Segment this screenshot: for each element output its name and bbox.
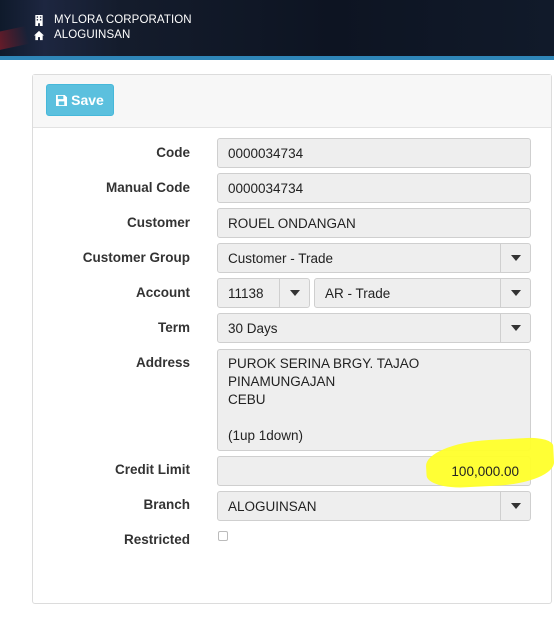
account-code-value: 11138 [228,285,264,301]
code-field[interactable]: 0000034734 [217,138,531,168]
code-label: Code [156,145,190,160]
caret-down-icon [289,290,300,296]
home-icon [34,30,44,40]
caret-down-icon [510,290,521,296]
caret-down-icon [510,325,521,331]
account-name-dropdown-toggle[interactable] [500,279,530,307]
term-select[interactable]: 30 Days [217,313,531,343]
branch-value: ALOGUINSAN [228,498,317,514]
term-dropdown-toggle[interactable] [500,314,530,342]
credit-limit-label: Credit Limit [114,462,190,477]
caret-down-icon [510,255,521,261]
save-button-label: Save [71,92,104,108]
customer-group-label: Customer Group [82,250,190,265]
branch-name: ALOGUINSAN [54,29,131,41]
customer-group-value: Customer - Trade [228,250,334,266]
address-textarea[interactable]: PUROK SERINA BRGY. TAJAO PINAMUNGAJAN CE… [217,349,531,451]
company-row: MYLORA CORPORATION [34,13,192,27]
manual-code-label: Manual Code [105,180,190,195]
save-button[interactable]: Save [46,84,114,116]
account-name-value: AR - Trade [325,285,391,301]
panel-toolbar: Save [33,75,551,128]
account-code-dropdown-toggle[interactable] [279,279,309,307]
company-name: MYLORA CORPORATION [54,14,192,26]
header-background-streak [0,26,30,52]
top-header: MYLORA CORPORATION ALOGUINSAN [0,0,554,56]
customer-field[interactable]: ROUEL ONDANGAN [217,208,531,238]
header-accent-bar [0,56,554,60]
manual-code-field[interactable]: 0000034734 [217,173,531,203]
branch-dropdown-toggle[interactable] [500,492,530,520]
credit-limit-value: 100,000.00 [451,463,519,479]
customer-label: Customer [126,215,190,230]
account-name-select[interactable]: AR - Trade [314,278,531,308]
term-value: 30 Days [228,320,278,336]
branch-select[interactable]: ALOGUINSAN [217,491,531,521]
address-line: PUROK SERINA BRGY. TAJAO PINAMUNGAJAN [228,356,420,389]
branch-row: ALOGUINSAN [34,28,130,42]
address-line: CEBU [228,392,266,407]
building-icon [35,14,43,26]
account-label: Account [136,285,190,300]
address-label: Address [135,355,190,370]
restricted-checkbox[interactable] [218,531,228,541]
branch-label: Branch [143,497,190,512]
customer-group-select[interactable]: Customer - Trade [217,243,531,273]
term-label: Term [157,320,190,335]
floppy-disk-icon [56,94,68,106]
restricted-label: Restricted [123,532,190,547]
address-line [228,409,520,427]
customer-group-dropdown-toggle[interactable] [500,244,530,272]
account-code-select[interactable]: 11138 [217,278,310,308]
caret-down-icon [510,503,521,509]
